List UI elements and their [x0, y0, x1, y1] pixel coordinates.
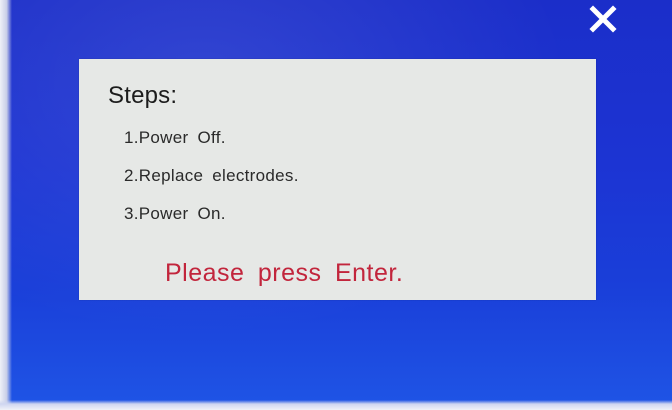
- instruction-dialog: Steps: 1.Power Off. 2.Replace electrodes…: [79, 59, 596, 300]
- screen-bezel-left: [0, 0, 12, 410]
- close-icon: [589, 5, 617, 33]
- step-item: 1.Power Off.: [124, 128, 226, 147]
- device-screen: Steps: 1.Power Off. 2.Replace electrodes…: [0, 0, 672, 410]
- dialog-title: Steps:: [108, 82, 178, 109]
- step-item: 2.Replace electrodes.: [124, 166, 299, 185]
- screen-bezel-bottom: [0, 400, 672, 410]
- enter-prompt: Please press Enter.: [165, 259, 404, 287]
- step-item: 3.Power On.: [124, 204, 226, 223]
- close-button[interactable]: [583, 0, 623, 38]
